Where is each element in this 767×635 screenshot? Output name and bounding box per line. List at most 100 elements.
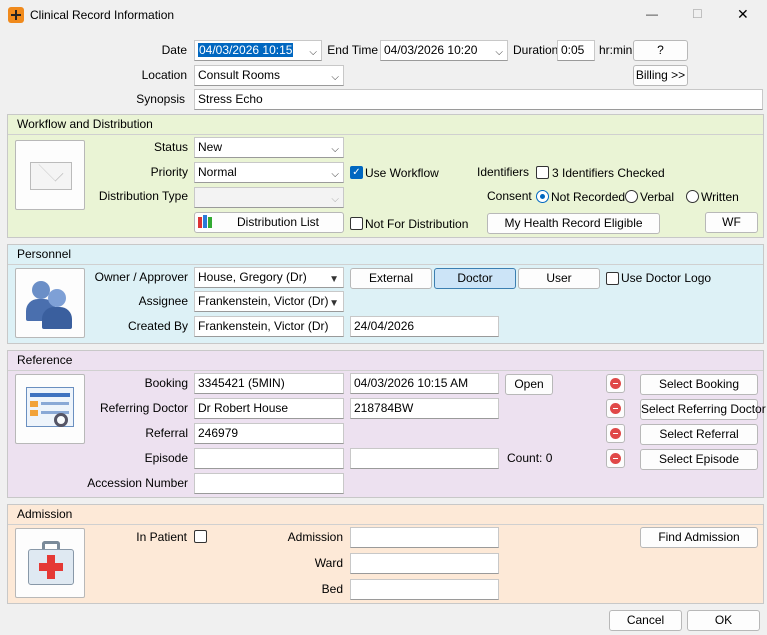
bed-field[interactable] [350, 579, 499, 600]
assignee-select[interactable]: Frankenstein, Victor (Dr) ▼ [194, 291, 344, 312]
referral-label: Referral [145, 426, 188, 440]
assignee-label: Assignee [138, 294, 188, 308]
personnel-title: Personnel [8, 245, 763, 265]
referring-doctor-label: Referring Doctor [99, 401, 188, 415]
select-referral-button[interactable]: Select Referral [640, 424, 758, 445]
users-icon[interactable] [15, 268, 85, 338]
accession-number-label: Accession Number [87, 476, 188, 490]
episode-label: Episode [144, 451, 188, 465]
use-workflow-label: Use Workflow [365, 166, 439, 180]
chevron-down-icon: ⌵ [331, 72, 339, 83]
referral-field[interactable]: 246979 [194, 423, 344, 444]
reference-title: Reference [8, 351, 763, 371]
wf-button[interactable]: WF [705, 212, 758, 233]
not-for-distribution-label: Not For Distribution [365, 217, 469, 231]
clear-referral-icon[interactable] [606, 424, 625, 443]
close-button[interactable]: ✕ [737, 4, 749, 24]
location-value: Consult Rooms [198, 68, 281, 82]
duration-input[interactable]: 0:05 [557, 40, 595, 61]
episode-field[interactable] [194, 448, 344, 469]
booking-datetime-field[interactable]: 04/03/2026 10:15 AM [350, 373, 499, 394]
help-button[interactable]: ? [633, 40, 688, 61]
owner-label: Owner / Approver [94, 270, 188, 284]
booking-field[interactable]: 3345421 (5MIN) [194, 373, 344, 394]
chevron-down-icon: ⌵ [495, 47, 503, 58]
chevron-down-icon: ⌵ [331, 169, 339, 180]
synopsis-input[interactable]: Stress Echo [194, 89, 763, 110]
ok-button[interactable]: OK [687, 610, 760, 631]
use-doctor-logo-checkbox[interactable] [606, 272, 619, 285]
tab-doctor[interactable]: Doctor [434, 268, 516, 289]
consent-written-label: Written [701, 190, 739, 204]
booking-label: Booking [144, 376, 188, 390]
admission-field[interactable] [350, 527, 499, 548]
duration-unit: hr:min [599, 43, 633, 57]
synopsis-label: Synopsis [136, 92, 185, 106]
select-booking-button[interactable]: Select Booking [640, 374, 758, 395]
not-for-distribution-checkbox[interactable] [350, 217, 363, 230]
consent-not-recorded-radio[interactable] [536, 190, 549, 203]
location-select[interactable]: Consult Rooms ⌵ [194, 65, 344, 86]
booking-form-icon[interactable] [15, 374, 85, 444]
billing-button[interactable]: Billing >> [633, 65, 688, 86]
consent-verbal-radio[interactable] [625, 190, 638, 203]
admission-label: Admission [287, 530, 343, 544]
distribution-type-label: Distribution Type [98, 189, 188, 203]
clear-booking-icon[interactable] [606, 374, 625, 393]
consent-written-radio[interactable] [686, 190, 699, 203]
bed-label: Bed [321, 582, 343, 596]
minimize-button[interactable]: — [646, 4, 658, 24]
priority-select[interactable]: Normal ⌵ [194, 162, 344, 183]
owner-select[interactable]: House, Gregory (Dr) ▼ [194, 267, 344, 288]
assignee-value: Frankenstein, Victor (Dr) [198, 294, 329, 308]
first-aid-kit-icon[interactable] [15, 528, 85, 598]
episode-count: Count: 0 [507, 451, 553, 465]
select-episode-button[interactable]: Select Episode [640, 449, 758, 470]
consent-label: Consent [487, 189, 532, 203]
ward-label: Ward [314, 556, 343, 570]
tab-user[interactable]: User [518, 268, 600, 289]
chevron-down-icon: ⌵ [331, 144, 339, 155]
people-group-icon [198, 215, 214, 230]
cancel-button[interactable]: Cancel [609, 610, 682, 631]
consent-not-recorded-label: Not Recorded [551, 190, 626, 204]
ward-field[interactable] [350, 553, 499, 574]
referring-doctor-field[interactable]: Dr Robert House [194, 398, 344, 419]
consent-verbal-label: Verbal [640, 190, 675, 204]
distribution-list-button[interactable]: Distribution List [194, 212, 344, 233]
dropdown-arrow-icon: ▼ [329, 298, 339, 309]
duration-label: Duration [513, 43, 559, 57]
identifiers-checkbox[interactable] [536, 166, 549, 179]
open-button[interactable]: Open [505, 374, 553, 395]
maximize-button[interactable]: ☐ [692, 4, 703, 24]
identifiers-checked-label: 3 Identifiers Checked [552, 166, 665, 180]
clear-episode-icon[interactable] [606, 449, 625, 468]
in-patient-label: In Patient [136, 530, 187, 544]
workflow-title: Workflow and Distribution [8, 115, 763, 135]
accession-number-field[interactable] [194, 473, 344, 494]
envelope-icon[interactable] [15, 140, 85, 210]
end-time-label: End Time [327, 43, 378, 57]
status-select[interactable]: New ⌵ [194, 137, 344, 158]
chevron-down-icon: ⌵ [309, 47, 317, 58]
find-admission-button[interactable]: Find Admission [640, 527, 758, 548]
end-time-picker[interactable]: 04/03/2026 10:20 ⌵ [380, 40, 508, 61]
tab-external[interactable]: External [350, 268, 432, 289]
clear-referring-icon[interactable] [606, 399, 625, 418]
end-time-value: 04/03/2026 10:20 [384, 43, 478, 57]
select-referring-doctor-button[interactable]: Select Referring Doctor [640, 399, 766, 420]
title-bar: Clinical Record Information — ☐ ✕ [0, 0, 767, 30]
episode-extra-field[interactable] [350, 448, 499, 469]
owner-value: House, Gregory (Dr) [198, 270, 307, 284]
distribution-type-select[interactable]: ⌵ [194, 187, 344, 208]
my-health-record-button[interactable]: My Health Record Eligible [487, 213, 660, 234]
date-picker[interactable]: 04/03/2026 10:15 ⌵ [194, 40, 322, 61]
use-workflow-checkbox[interactable]: ✓ [350, 166, 363, 179]
location-label: Location [141, 68, 187, 82]
date-value: 04/03/2026 10:15 [198, 43, 294, 57]
referring-code-field[interactable]: 218784BW [350, 398, 499, 419]
created-by-field: Frankenstein, Victor (Dr) [194, 316, 344, 337]
status-value: New [198, 140, 223, 154]
use-doctor-logo-label: Use Doctor Logo [621, 271, 712, 285]
in-patient-checkbox[interactable] [194, 530, 207, 543]
